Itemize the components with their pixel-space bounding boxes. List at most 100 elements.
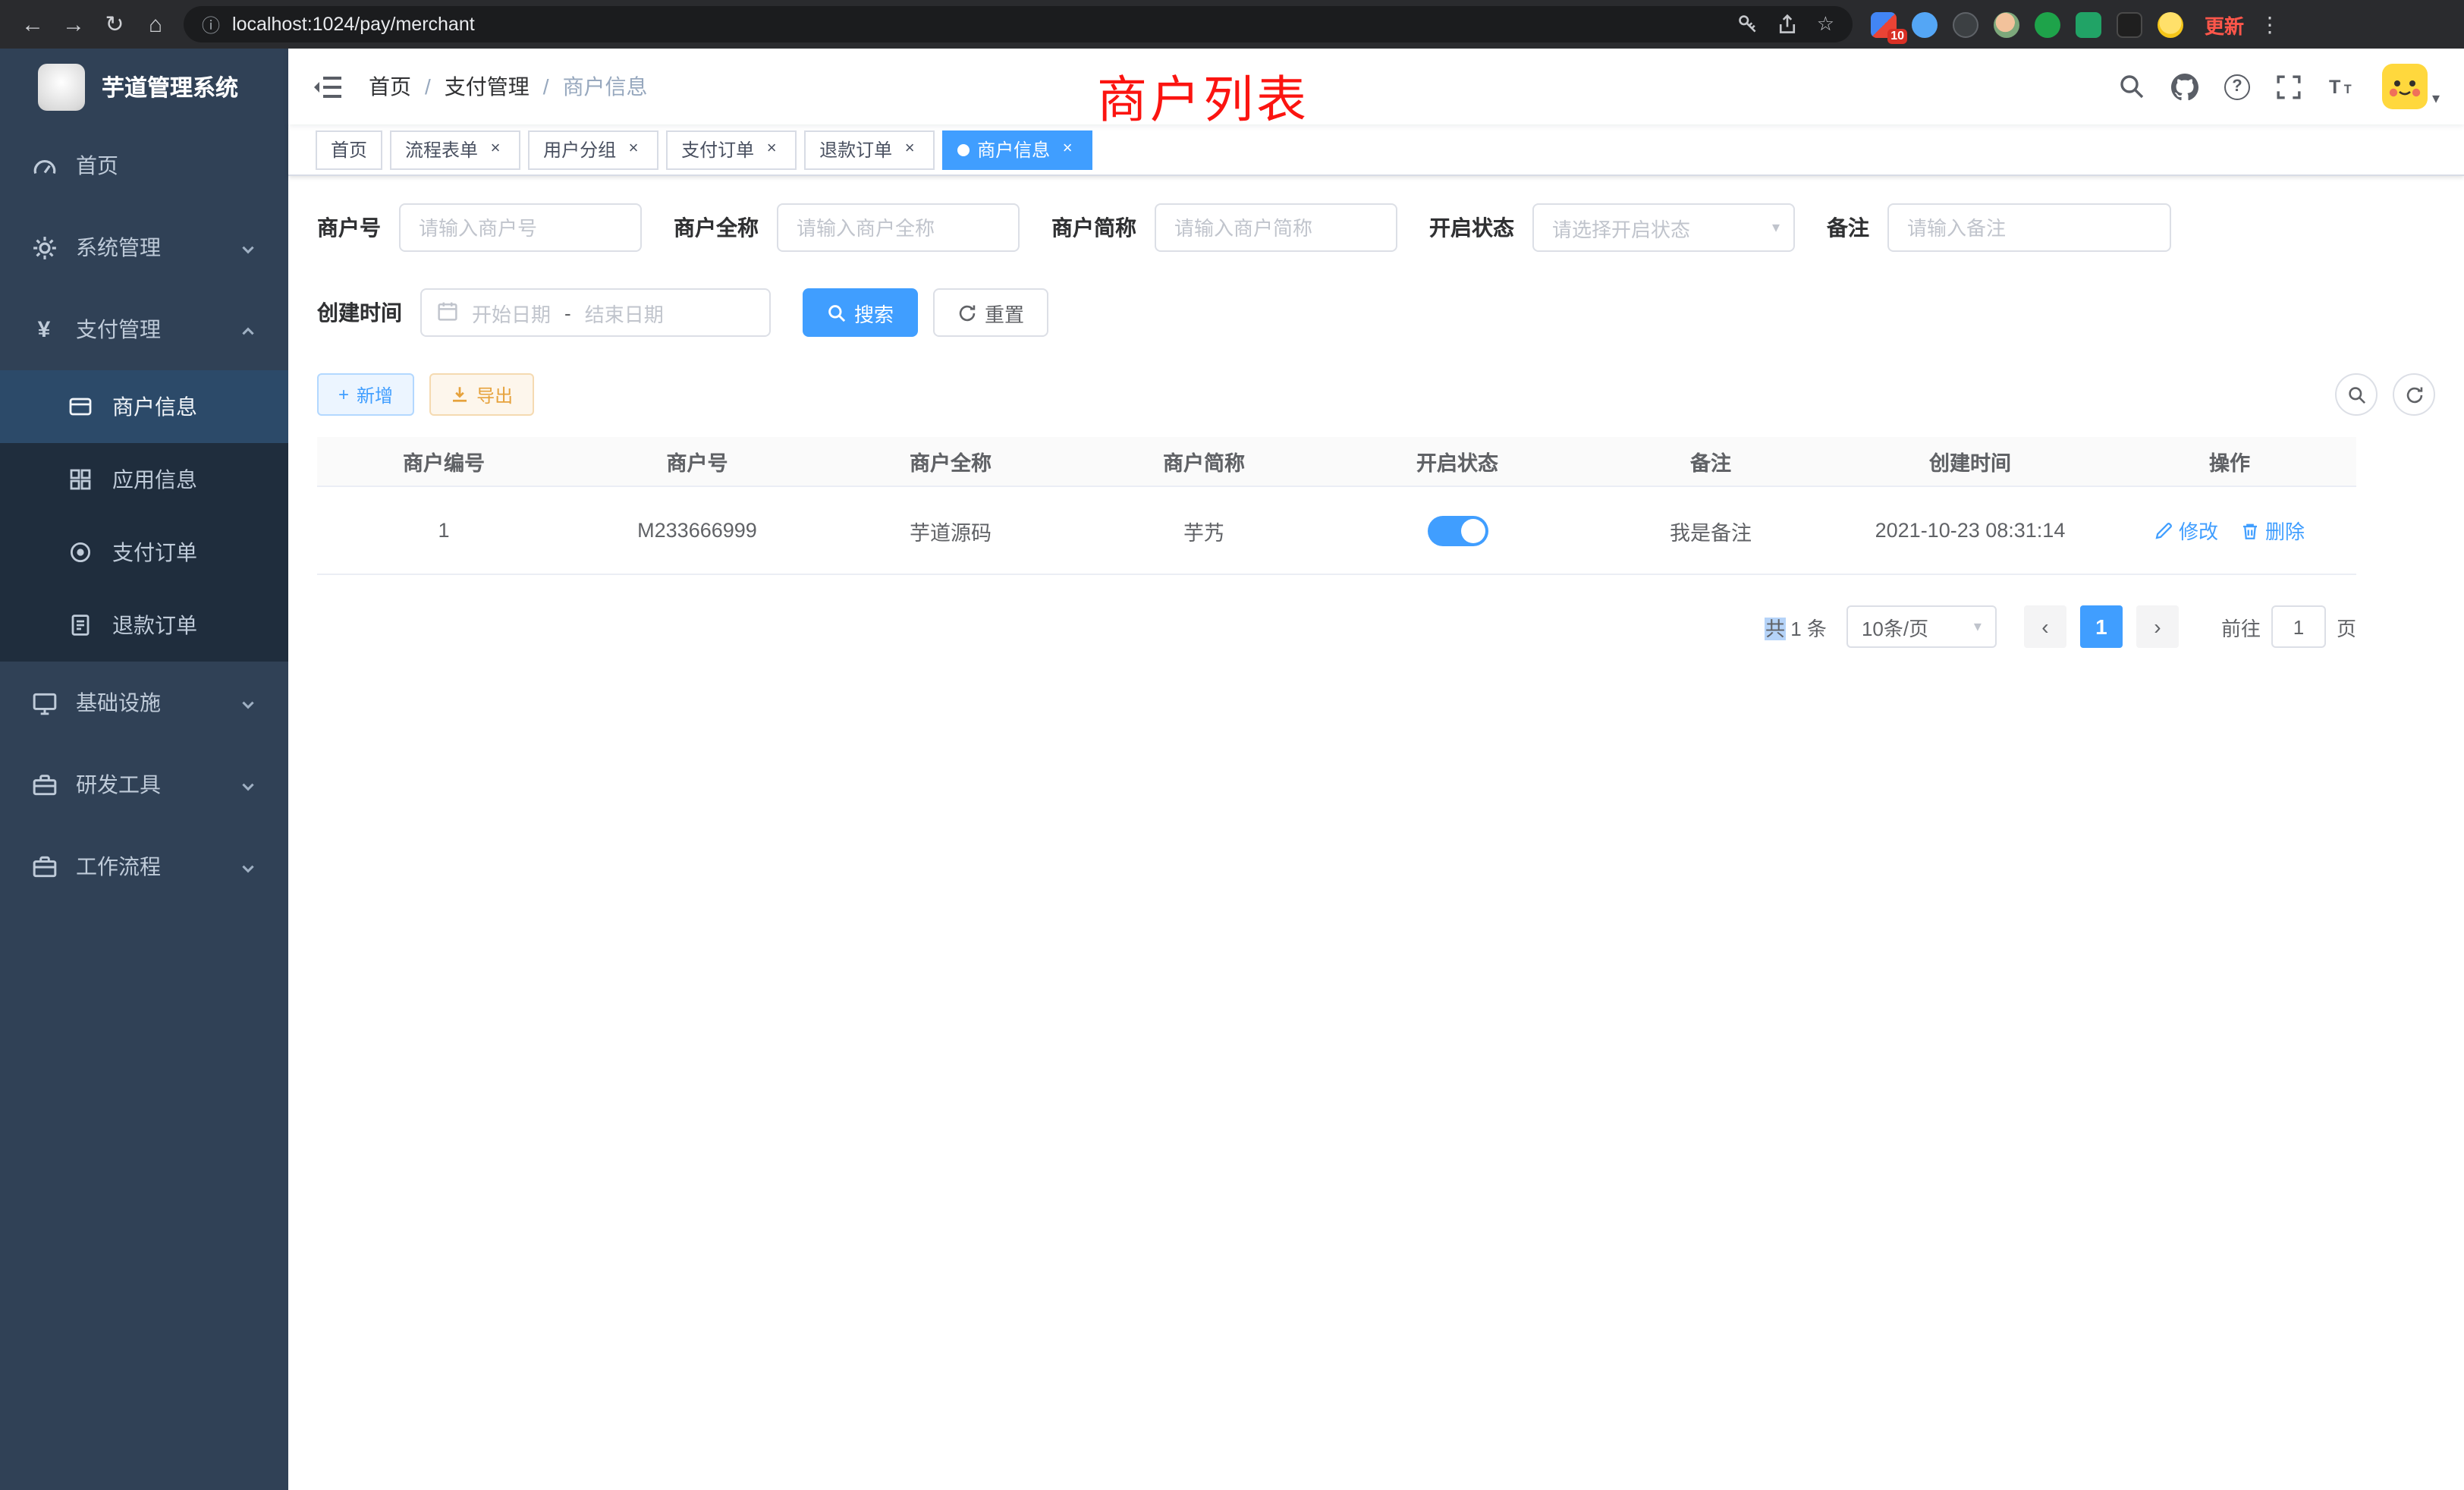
browser-home-icon[interactable]: ⌂ bbox=[135, 4, 176, 45]
refresh-icon[interactable] bbox=[2393, 373, 2435, 416]
field-label: 创建时间 bbox=[317, 297, 402, 328]
reset-button[interactable]: 重置 bbox=[933, 288, 1048, 337]
search-button[interactable]: 搜索 bbox=[803, 288, 918, 337]
sidebar-item-refund-order[interactable]: 退款订单 bbox=[0, 589, 288, 662]
close-icon[interactable]: × bbox=[762, 140, 781, 159]
profile-extension-icon[interactable] bbox=[1994, 11, 2019, 37]
prev-page-button[interactable]: ‹ bbox=[2024, 605, 2066, 648]
add-button-label: 新增 bbox=[357, 382, 393, 407]
help-icon[interactable]: ? bbox=[2224, 74, 2250, 99]
sidebar-item-workflow[interactable]: 工作流程 bbox=[0, 825, 288, 907]
sidebar-item-devtools[interactable]: 研发工具 bbox=[0, 743, 288, 825]
card-icon bbox=[67, 393, 94, 420]
sidebar-item-pay-order[interactable]: 支付订单 bbox=[0, 516, 288, 589]
short-name-input[interactable] bbox=[1155, 203, 1397, 252]
pagination: 共 1 条 10条/页 ▾ ‹ 1 › 前往 页 bbox=[317, 605, 2356, 648]
tag-label: 用户分组 bbox=[543, 137, 616, 162]
page-info-icon[interactable]: ⓘ bbox=[202, 11, 220, 37]
browser-toolbar: ← → ↻ ⌂ ⓘ localhost:1024/pay/merchant ☆ … bbox=[0, 0, 2464, 49]
page-content: 商户号 商户全称 商户简称 开启状态 请选择开启状态 ▾ bbox=[288, 176, 2464, 648]
sidebar-item-merchant-info[interactable]: 商户信息 bbox=[0, 370, 288, 443]
font-size-icon[interactable]: TT bbox=[2329, 73, 2356, 100]
active-dot-icon bbox=[957, 143, 970, 156]
export-button[interactable]: 导出 bbox=[429, 373, 534, 416]
page-annotation: 商户列表 bbox=[1097, 59, 1309, 132]
browser-update-button[interactable]: 更新 bbox=[2205, 10, 2244, 39]
sidebar-item-app-info[interactable]: 应用信息 bbox=[0, 443, 288, 516]
plus-icon: + bbox=[338, 384, 349, 405]
table-tools bbox=[2335, 373, 2435, 416]
create-time-daterange[interactable]: 开始日期 - 结束日期 bbox=[420, 288, 771, 337]
close-icon[interactable]: × bbox=[1058, 140, 1077, 159]
toggle-search-icon[interactable] bbox=[2335, 373, 2378, 416]
sidebar-item-label: 工作流程 bbox=[76, 851, 222, 882]
tag-merchant-info[interactable]: 商户信息 × bbox=[942, 130, 1092, 169]
sidebar-collapse-icon[interactable] bbox=[313, 74, 343, 99]
breadcrumb-item-current: 商户信息 bbox=[563, 71, 648, 102]
browser-address-bar[interactable]: ⓘ localhost:1024/pay/merchant ☆ bbox=[184, 6, 1853, 42]
status-select[interactable]: 请选择开启状态 ▾ bbox=[1532, 203, 1795, 252]
browser-forward-icon[interactable]: → bbox=[53, 4, 94, 45]
github-icon[interactable] bbox=[2171, 73, 2198, 100]
top-navbar: 首页 / 支付管理 / 商户信息 商户列表 ? TT ▾ bbox=[288, 49, 2464, 124]
delete-link[interactable]: 删除 bbox=[2241, 516, 2305, 545]
user-menu[interactable]: ▾ bbox=[2382, 64, 2440, 109]
page-size-select[interactable]: 10条/页 ▾ bbox=[1846, 605, 1997, 648]
tag-pay-order[interactable]: 支付订单 × bbox=[666, 130, 797, 169]
search-icon[interactable] bbox=[2118, 73, 2145, 100]
tag-home[interactable]: 首页 bbox=[316, 130, 382, 169]
breadcrumb: 首页 / 支付管理 / 商户信息 bbox=[369, 71, 648, 102]
tampermonkey-extension-icon[interactable] bbox=[2117, 11, 2142, 37]
full-name-input[interactable] bbox=[777, 203, 1020, 252]
add-button[interactable]: + 新增 bbox=[317, 373, 414, 416]
page-number-button[interactable]: 1 bbox=[2080, 605, 2123, 648]
search-button-label: 搜索 bbox=[854, 298, 894, 327]
chevron-down-icon bbox=[240, 693, 258, 712]
smiley-extension-icon[interactable] bbox=[2158, 11, 2183, 37]
close-icon[interactable]: × bbox=[900, 140, 919, 159]
merchant-no-input[interactable] bbox=[399, 203, 642, 252]
chevron-down-icon bbox=[240, 857, 258, 875]
sidebar-item-label: 支付管理 bbox=[76, 314, 222, 344]
goto-page-input[interactable] bbox=[2271, 605, 2326, 648]
extensions-menu-icon[interactable]: 10 bbox=[1871, 11, 1897, 37]
share-icon[interactable] bbox=[1777, 14, 1799, 35]
browser-reload-icon[interactable]: ↻ bbox=[94, 4, 135, 45]
sidebar-item-system[interactable]: 系统管理 bbox=[0, 206, 288, 288]
dark-circle-extension-icon[interactable] bbox=[1953, 11, 1978, 37]
edit-link[interactable]: 修改 bbox=[2154, 516, 2218, 545]
sidebar-item-pay[interactable]: ¥ 支付管理 bbox=[0, 288, 288, 370]
filter-short-name: 商户简称 bbox=[1051, 203, 1397, 252]
water-drop-extension-icon[interactable] bbox=[1912, 11, 1938, 37]
page-unit-label: 页 bbox=[2337, 612, 2356, 641]
browser-menu-icon[interactable]: ⋮ bbox=[2259, 11, 2280, 37]
tag-user-group[interactable]: 用户分组 × bbox=[528, 130, 658, 169]
close-icon[interactable]: × bbox=[624, 140, 643, 159]
sidebar-menu: 首页 系统管理 ¥ 支付管理 商户信息 应用信息 bbox=[0, 124, 288, 907]
sidebar-item-infrastructure[interactable]: 基础设施 bbox=[0, 662, 288, 743]
filter-remark: 备注 bbox=[1827, 203, 2171, 252]
status-toggle[interactable] bbox=[1427, 515, 1488, 545]
fullscreen-icon[interactable] bbox=[2276, 73, 2303, 100]
browser-back-icon[interactable]: ← bbox=[12, 4, 53, 45]
app-logo[interactable]: 芋道管理系统 bbox=[0, 49, 288, 124]
bookmark-star-icon[interactable]: ☆ bbox=[1817, 12, 1834, 36]
trash-icon bbox=[2241, 521, 2259, 539]
password-key-icon[interactable] bbox=[1738, 14, 1759, 35]
remark-input[interactable] bbox=[1887, 203, 2171, 252]
green-note-extension-icon[interactable] bbox=[2076, 11, 2101, 37]
grid-icon bbox=[67, 466, 94, 493]
delete-link-label: 删除 bbox=[2265, 516, 2305, 545]
yen-icon: ¥ bbox=[30, 316, 58, 343]
tag-refund-order[interactable]: 退款订单 × bbox=[804, 130, 935, 169]
navbar-actions: ? TT ▾ bbox=[2118, 64, 2440, 109]
green-circle-extension-icon[interactable] bbox=[2035, 11, 2060, 37]
column-header: 备注 bbox=[1584, 437, 1837, 486]
tag-process-form[interactable]: 流程表单 × bbox=[390, 130, 520, 169]
selected-text: 共 bbox=[1765, 617, 1785, 640]
breadcrumb-item[interactable]: 首页 bbox=[369, 71, 411, 102]
next-page-button[interactable]: › bbox=[2136, 605, 2179, 648]
sidebar-item-home[interactable]: 首页 bbox=[0, 124, 288, 206]
close-icon[interactable]: × bbox=[486, 140, 505, 159]
breadcrumb-item[interactable]: 支付管理 bbox=[445, 71, 530, 102]
